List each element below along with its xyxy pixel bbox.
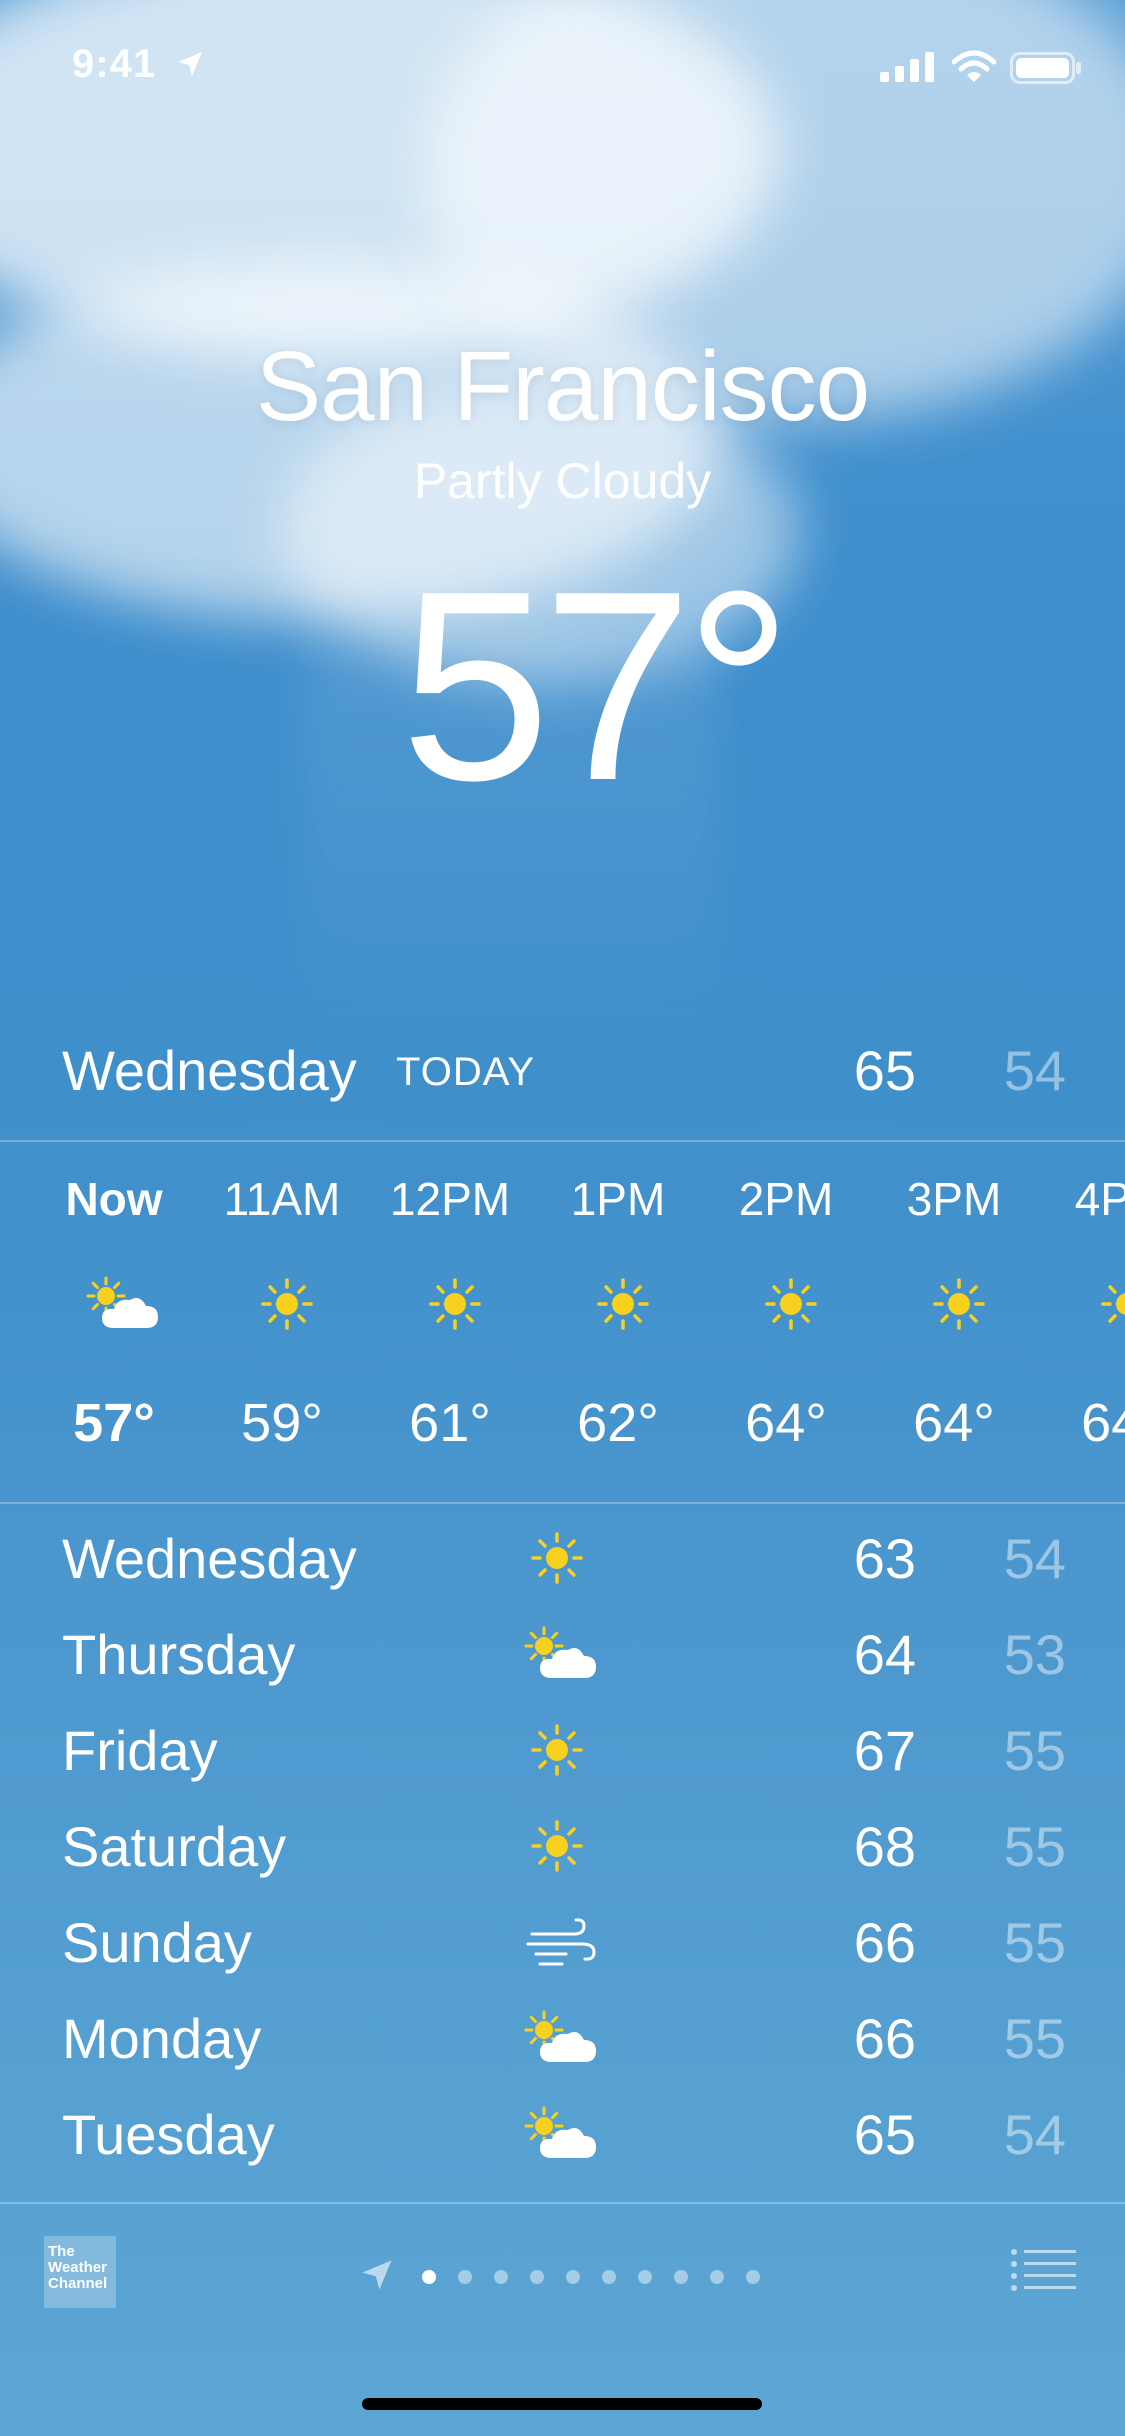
- hourly-forecast[interactable]: Now 57° 11AM 59° 12PM 61° 1PM 62° 2PM 64° 3PM…: [0, 1144, 1125, 1499]
- daily-high: 65: [853, 2103, 916, 2166]
- hourly-item: 1PM 62°: [534, 1144, 702, 1499]
- page-dot[interactable]: [422, 2270, 436, 2284]
- daily-high: 68: [853, 1815, 916, 1878]
- daily-high: 66: [853, 1911, 916, 1974]
- hourly-temp: 64°: [913, 1393, 995, 1453]
- current-temperature: 57°: [0, 552, 1125, 822]
- page-dot[interactable]: [602, 2270, 616, 2284]
- today-high: 65: [853, 1039, 916, 1102]
- hourly-temp: 62°: [577, 1393, 659, 1453]
- page-dot[interactable]: [458, 2270, 472, 2284]
- daily-row: Thursday 64 53: [0, 1606, 1125, 1702]
- status-bar: 9:41: [0, 0, 1125, 132]
- daily-low: 53: [1003, 1623, 1066, 1686]
- sun-icon: [1092, 1274, 1125, 1334]
- daily-day: Saturday: [62, 1815, 287, 1878]
- divider: [0, 1140, 1125, 1142]
- hourly-temp: 64°: [745, 1393, 827, 1453]
- daily-row: Tuesday 65 54: [0, 2086, 1125, 2182]
- list-icon[interactable]: [1010, 2248, 1078, 2292]
- daily-forecast: Wednesday 63 54 Thursday 64 53 Friday 67 5…: [0, 1510, 1125, 2182]
- hourly-item: 11AM 59°: [198, 1144, 366, 1499]
- daily-low: 55: [1003, 2007, 1066, 2070]
- status-time: 9:41: [72, 42, 157, 86]
- sky-background: [0, 0, 1125, 1040]
- hourly-time: Now: [65, 1173, 163, 1225]
- daily-day: Thursday: [62, 1623, 296, 1686]
- hourly-item: 4PM 64°: [1038, 1144, 1125, 1499]
- location-arrow-icon: [178, 52, 202, 76]
- hourly-time: 1PM: [570, 1173, 666, 1225]
- daily-high: 66: [853, 2007, 916, 2070]
- partly-cloudy-icon: [522, 2104, 602, 2166]
- page-dot[interactable]: [638, 2270, 652, 2284]
- sun-icon: [756, 1274, 826, 1334]
- daily-low: 55: [1003, 1719, 1066, 1782]
- hourly-time: 12PM: [389, 1173, 511, 1225]
- daily-day: Monday: [62, 2007, 262, 2070]
- daily-row: Sunday 66 55: [0, 1894, 1125, 1990]
- hourly-item: Now 57°: [30, 1144, 198, 1499]
- hourly-time: 2PM: [738, 1173, 834, 1225]
- hourly-temp: 64°: [1081, 1393, 1125, 1453]
- daily-day: Wednesday: [62, 1527, 357, 1590]
- today-tag: TODAY: [396, 1050, 536, 1094]
- sun-icon: [522, 1816, 602, 1878]
- partly-cloudy-icon: [522, 2008, 602, 2070]
- daily-row: Wednesday 63 54: [0, 1510, 1125, 1606]
- wifi-icon: [952, 50, 996, 82]
- hourly-time: 11AM: [223, 1173, 341, 1225]
- daily-row: Monday 66 55: [0, 1990, 1125, 2086]
- current-condition: Partly Cloudy: [413, 453, 712, 509]
- partly-cloudy-icon: [522, 1624, 602, 1686]
- daily-high: 67: [853, 1719, 916, 1782]
- signal-icon: [880, 52, 934, 82]
- daily-high: 64: [853, 1623, 916, 1686]
- home-indicator[interactable]: [362, 2398, 762, 2410]
- hourly-item: 3PM 64°: [870, 1144, 1038, 1499]
- daily-day: Tuesday: [62, 2103, 275, 2166]
- battery-icon: [1010, 52, 1081, 84]
- partly-cloudy-icon: [84, 1274, 158, 1334]
- hourly-temp: 57°: [73, 1393, 155, 1453]
- hourly-time: 3PM: [906, 1173, 1002, 1225]
- temperature-value: 57°: [400, 536, 792, 837]
- hourly-item: 12PM 61°: [366, 1144, 534, 1499]
- hourly-time: 4PM: [1074, 1173, 1125, 1225]
- page-dot[interactable]: [494, 2270, 508, 2284]
- page-dot[interactable]: [566, 2270, 580, 2284]
- sun-icon: [588, 1274, 658, 1334]
- hourly-temp: 61°: [409, 1393, 491, 1453]
- today-day: Wednesday: [62, 1039, 357, 1102]
- daily-day: Friday: [62, 1719, 218, 1782]
- sun-icon: [252, 1274, 322, 1334]
- weather-channel-logo[interactable]: The Weather Channel: [44, 2236, 116, 2308]
- sun-icon: [522, 1528, 602, 1590]
- today-low: 54: [1003, 1039, 1066, 1102]
- page-dot[interactable]: [746, 2270, 760, 2284]
- daily-low: 54: [1003, 1527, 1066, 1590]
- page-dot[interactable]: [530, 2270, 544, 2284]
- sun-icon: [420, 1274, 490, 1334]
- sun-icon: [522, 1720, 602, 1782]
- page-dot[interactable]: [710, 2270, 724, 2284]
- city-name: San Francisco: [255, 331, 870, 441]
- daily-high: 63: [853, 1527, 916, 1590]
- divider: [0, 1502, 1125, 1504]
- daily-low: 55: [1003, 1911, 1066, 1974]
- daily-row: Friday 67 55: [0, 1702, 1125, 1798]
- daily-row: Saturday 68 55: [0, 1798, 1125, 1894]
- bottom-bar: The Weather Channel: [0, 2204, 1125, 2436]
- wind-icon: [522, 1912, 602, 1974]
- today-row: Wednesday TODAY 65 54: [0, 1030, 1125, 1140]
- hourly-temp: 59°: [241, 1393, 323, 1453]
- logo-text: The Weather Channel: [48, 2243, 108, 2292]
- daily-low: 55: [1003, 1815, 1066, 1878]
- location-arrow-icon: [362, 2260, 392, 2290]
- sun-icon: [924, 1274, 994, 1334]
- daily-low: 54: [1003, 2103, 1066, 2166]
- page-dot[interactable]: [674, 2270, 688, 2284]
- hourly-item: 2PM 64°: [702, 1144, 870, 1499]
- daily-day: Sunday: [62, 1911, 252, 1974]
